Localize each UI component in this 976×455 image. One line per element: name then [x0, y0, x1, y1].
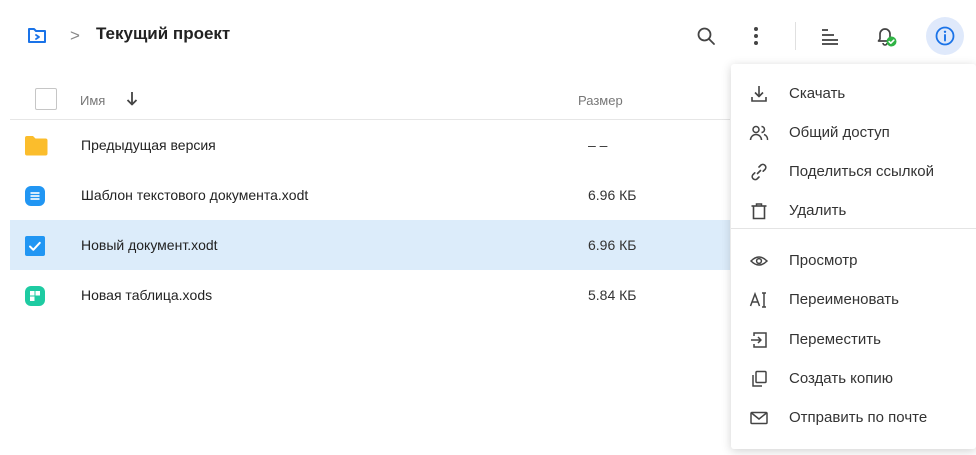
menu-item-label: Переименовать: [789, 291, 899, 308]
menu-item-send-email[interactable]: Отправить по почте: [731, 398, 976, 436]
breadcrumb-current-folder[interactable]: Текущий проект: [96, 24, 230, 44]
list-item[interactable]: Предыдущая версия – –: [10, 120, 730, 170]
eye-icon: [749, 251, 769, 271]
menu-item-share-link[interactable]: Поделиться ссылкой: [731, 152, 976, 190]
more-vertical-icon: [754, 27, 758, 45]
notification-sync-icon: [877, 28, 897, 47]
file-name: Новый документ.xodt: [81, 237, 218, 253]
link-icon: [749, 162, 769, 182]
column-header-size[interactable]: Размер: [578, 93, 623, 108]
folder-icon: [24, 135, 48, 157]
text-document-icon: [24, 185, 46, 207]
mail-icon: [749, 408, 769, 428]
sort-list-icon: [822, 29, 838, 45]
sort-button[interactable]: [814, 20, 846, 52]
file-size: 6.96 КБ: [588, 237, 637, 253]
info-icon: [935, 26, 955, 46]
breadcrumb-separator: >: [70, 26, 80, 45]
folder-icon[interactable]: [27, 26, 47, 44]
file-list: Имя Размер Предыдущая версия – – Шаблон …: [10, 78, 730, 320]
menu-item-label: Просмотр: [789, 252, 858, 269]
menu-item-label: Удалить: [789, 202, 847, 219]
menu-item-label: Создать копию: [789, 370, 893, 387]
menu-item-move[interactable]: Переместить: [731, 320, 976, 358]
list-header: Имя Размер: [10, 78, 730, 120]
menu-item-rename[interactable]: Переименовать: [731, 280, 976, 318]
menu-divider: [731, 228, 976, 229]
file-name: Шаблон текстового документа.xodt: [81, 187, 309, 203]
sync-status-button[interactable]: [870, 20, 902, 52]
menu-item-label: Скачать: [789, 85, 846, 102]
file-name: Предыдущая версия: [81, 137, 216, 153]
search-icon: [697, 27, 715, 45]
column-header-name[interactable]: Имя: [80, 93, 105, 108]
top-bar: > Текущий проект: [0, 0, 976, 72]
shared-access-icon: [749, 123, 769, 143]
menu-item-shared-access[interactable]: Общий доступ: [731, 113, 976, 151]
menu-item-delete[interactable]: Удалить: [731, 191, 976, 229]
menu-item-preview[interactable]: Просмотр: [731, 241, 976, 279]
context-menu: Скачать Общий доступ Поделиться ссылкой: [731, 64, 976, 449]
select-all-checkbox[interactable]: [35, 88, 57, 110]
info-button[interactable]: [926, 17, 964, 55]
menu-item-label: Отправить по почте: [789, 409, 928, 426]
move-icon: [749, 330, 769, 350]
list-item[interactable]: Новая таблица.xods 5.84 КБ: [10, 270, 730, 320]
file-size: 6.96 КБ: [588, 187, 637, 203]
more-actions-button[interactable]: [740, 20, 772, 52]
menu-item-label: Общий доступ: [789, 124, 890, 141]
spreadsheet-icon: [24, 285, 46, 307]
search-button[interactable]: [690, 20, 722, 52]
menu-item-label: Переместить: [789, 331, 881, 348]
download-icon: [749, 84, 769, 104]
menu-item-download[interactable]: Скачать: [731, 74, 976, 112]
checkbox-checked-icon[interactable]: [24, 235, 46, 257]
menu-item-label: Поделиться ссылкой: [789, 163, 934, 180]
copy-icon: [749, 369, 769, 389]
file-size: 5.84 КБ: [588, 287, 637, 303]
toolbar-divider: [795, 22, 796, 50]
list-item[interactable]: Шаблон текстового документа.xodt 6.96 КБ: [10, 170, 730, 220]
file-name: Новая таблица.xods: [81, 287, 213, 303]
file-size: – –: [588, 137, 608, 153]
sort-descending-icon[interactable]: [124, 89, 140, 109]
menu-item-copy[interactable]: Создать копию: [731, 359, 976, 397]
rename-icon: [749, 290, 769, 310]
list-item-selected[interactable]: Новый документ.xodt 6.96 КБ: [10, 220, 730, 270]
trash-icon: [749, 201, 769, 221]
